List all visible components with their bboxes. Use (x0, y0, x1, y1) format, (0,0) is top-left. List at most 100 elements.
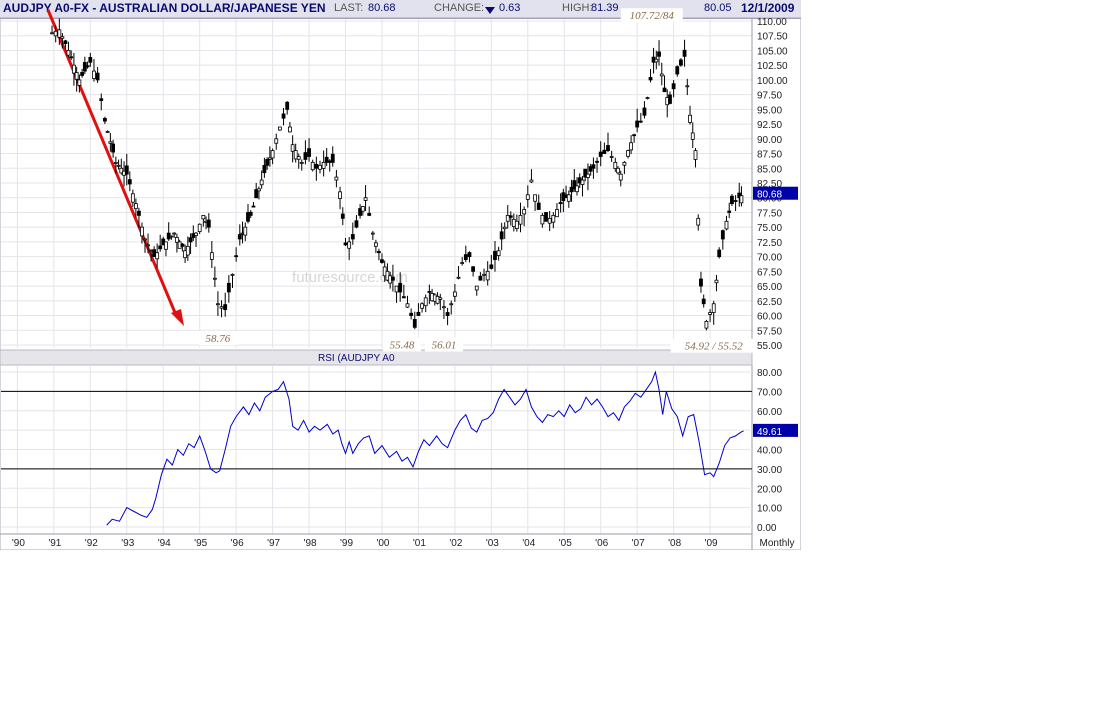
candle-body (206, 219, 211, 228)
candle-body (638, 120, 643, 123)
candle-body (130, 193, 135, 203)
price-annotation: 107.72/84 (630, 10, 675, 22)
candle-body (682, 49, 687, 57)
x-tick-label: '98 (304, 538, 317, 549)
x-tick-label: '03 (486, 538, 499, 549)
price-tick-label: 57.50 (757, 326, 782, 337)
candle-body (547, 217, 552, 224)
candle-body (50, 32, 54, 35)
candle-body (72, 64, 76, 74)
candle-body (602, 149, 607, 154)
candle-body (438, 297, 443, 300)
candle-body (471, 266, 476, 272)
x-tick-label: '01 (413, 538, 426, 549)
x-tick-label: '95 (194, 538, 207, 549)
price-tick-label: 110.00 (757, 17, 787, 28)
candle-body (502, 226, 507, 230)
rsi-line-group (106, 370, 744, 526)
candle-body (699, 278, 703, 287)
candle-body (146, 244, 150, 247)
candle-body (405, 303, 410, 308)
candle-body (616, 167, 620, 174)
candle-body (555, 209, 559, 218)
candle-body (679, 59, 683, 66)
candle-body (642, 107, 647, 116)
candle-body (373, 242, 378, 247)
candle-body (99, 98, 104, 101)
candle-body (57, 29, 62, 38)
candle-body (394, 285, 399, 293)
candle-body (409, 312, 414, 316)
candle-body (111, 143, 116, 153)
candle-body (209, 252, 214, 260)
candle-body (288, 126, 292, 133)
candle-body (525, 194, 530, 200)
candle-body (606, 145, 610, 151)
candle-body (685, 85, 690, 88)
candle-body (412, 318, 417, 328)
candle-body (330, 153, 335, 163)
candle-body (259, 179, 264, 186)
candle-body (69, 56, 74, 59)
price-tick-label: 70.00 (757, 253, 782, 264)
candle-body (489, 264, 494, 269)
price-tick-label: 107.50 (757, 32, 788, 43)
candle-body (212, 277, 217, 280)
candle-body (307, 148, 311, 157)
candle-body (285, 101, 290, 110)
candle-body (632, 134, 637, 137)
candle-body (194, 232, 198, 236)
x-tick-label: '08 (668, 538, 681, 549)
candle-body (363, 197, 368, 201)
price-annotation: 55.48 (390, 340, 415, 352)
candle-body (635, 120, 640, 128)
price-tick-label: 100.00 (757, 76, 788, 87)
candle-body (234, 255, 239, 258)
rsi-tick-label: 60.00 (757, 407, 782, 418)
price-annotation: 54.92 / 55.52 (685, 341, 744, 353)
candle-body (485, 270, 490, 281)
candle-body (350, 234, 355, 240)
price-tick-label: 102.50 (757, 61, 788, 72)
x-tick-label: '07 (632, 538, 645, 549)
price-tick-label: 97.50 (757, 91, 782, 102)
candle-body (474, 285, 479, 291)
candle-body (251, 205, 256, 208)
candle-body (113, 161, 118, 164)
candle-body (508, 215, 513, 218)
candle-body (529, 179, 534, 183)
candle-body (586, 173, 590, 178)
candle-body (262, 165, 267, 174)
candle-body (248, 211, 253, 216)
candle-body (197, 223, 202, 233)
candle-body (398, 282, 403, 293)
candle-body (66, 50, 71, 56)
candle-body (149, 250, 153, 253)
candle-body (659, 73, 664, 77)
candle-body (321, 161, 326, 169)
candle-body (427, 291, 432, 293)
price-annotation: 58.76 (206, 333, 231, 345)
candle-body (80, 72, 85, 76)
candle-body (401, 296, 406, 299)
candle-body (493, 250, 497, 260)
candle-body (727, 210, 732, 213)
candle-body (274, 138, 279, 144)
candle-body (243, 226, 248, 236)
candle-body (456, 276, 461, 279)
candle-body (281, 113, 286, 119)
candle-body (423, 297, 428, 307)
candle-body (467, 252, 472, 258)
rsi-tick-label: 20.00 (757, 484, 782, 495)
candle-body (201, 214, 206, 220)
candle-body (420, 303, 424, 309)
candle-body (514, 220, 519, 229)
candle-body (668, 94, 672, 104)
candle-body (158, 245, 163, 250)
candle-body (544, 212, 548, 222)
candle-body (522, 209, 527, 215)
candle-body (711, 303, 716, 313)
candle-body (377, 251, 381, 254)
candle-body (188, 237, 193, 243)
price-tick-label: 77.50 (757, 208, 782, 219)
